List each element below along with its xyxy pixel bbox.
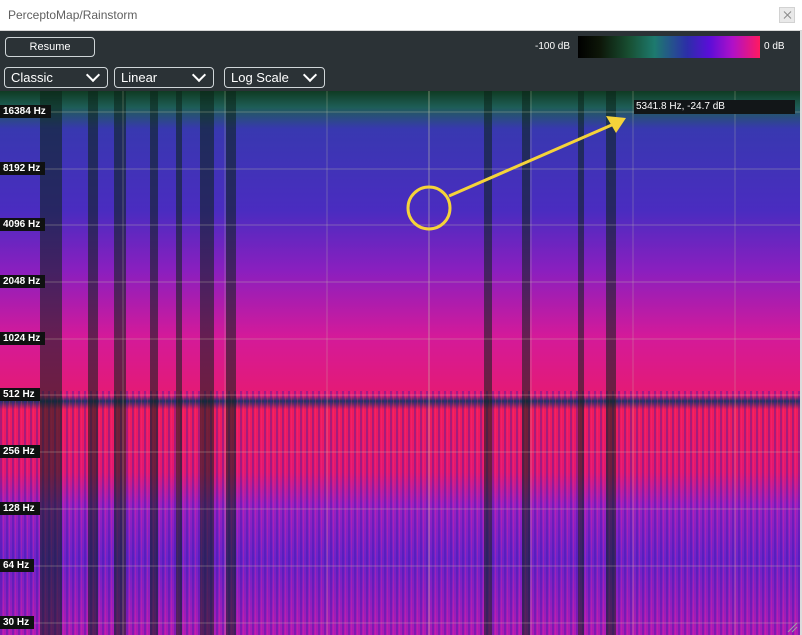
dark-column xyxy=(606,91,616,635)
dark-column xyxy=(88,91,98,635)
db-min-label: -100 dB xyxy=(535,41,571,52)
amplitude-value: Linear xyxy=(121,70,158,85)
dark-column xyxy=(226,91,236,635)
window-title: PerceptoMap/Rainstorm xyxy=(8,8,138,22)
dark-column xyxy=(176,91,182,635)
y-axis-label: 30 Hz xyxy=(0,616,35,629)
y-axis-label: 8192 Hz xyxy=(0,162,46,175)
y-axis-label: 4096 Hz xyxy=(0,218,46,231)
chevron-down-icon xyxy=(85,67,101,83)
close-icon[interactable] xyxy=(779,7,795,23)
resize-grip-icon[interactable] xyxy=(786,621,798,633)
frequency-scale-value: Log Scale xyxy=(231,70,289,85)
resume-button[interactable]: Resume xyxy=(5,37,95,57)
frequency-scale-dropdown[interactable]: Log Scale xyxy=(224,67,325,88)
y-axis-label: 64 Hz xyxy=(0,559,35,572)
cursor-readout: 5341.8 Hz, -24.7 dB xyxy=(634,100,795,114)
colormap-dropdown[interactable]: Classic xyxy=(4,67,108,88)
y-axis-label: 512 Hz xyxy=(0,388,40,401)
app-area: Resume -100 dB 0 dB Classic Linear Log S… xyxy=(0,31,800,635)
spectrogram-image xyxy=(0,91,800,635)
dark-column xyxy=(200,91,214,635)
y-axis-label: 1024 Hz xyxy=(0,332,46,345)
window-titlebar: PerceptoMap/Rainstorm xyxy=(0,0,802,31)
y-axis-label: 256 Hz xyxy=(0,445,40,458)
toolbar: Resume -100 dB 0 dB Classic Linear Log S… xyxy=(0,31,800,91)
dark-column xyxy=(484,91,492,635)
chevron-down-icon xyxy=(191,67,207,83)
y-axis-label: 2048 Hz xyxy=(0,275,46,288)
chevron-down-icon xyxy=(302,67,318,83)
dark-column xyxy=(150,91,158,635)
dark-column xyxy=(522,91,530,635)
y-axis-label: 16384 Hz xyxy=(0,105,51,118)
db-max-label: 0 dB xyxy=(764,41,785,52)
spectrogram-plot[interactable]: 16384 Hz 8192 Hz 4096 Hz 2048 Hz 1024 Hz 512 … xyxy=(0,91,800,635)
dark-column xyxy=(114,91,126,635)
y-axis-label: 128 Hz xyxy=(0,502,40,515)
amplitude-dropdown[interactable]: Linear xyxy=(114,67,214,88)
color-scale-bar xyxy=(578,36,760,58)
colormap-value: Classic xyxy=(11,70,53,85)
dark-column xyxy=(578,91,584,635)
